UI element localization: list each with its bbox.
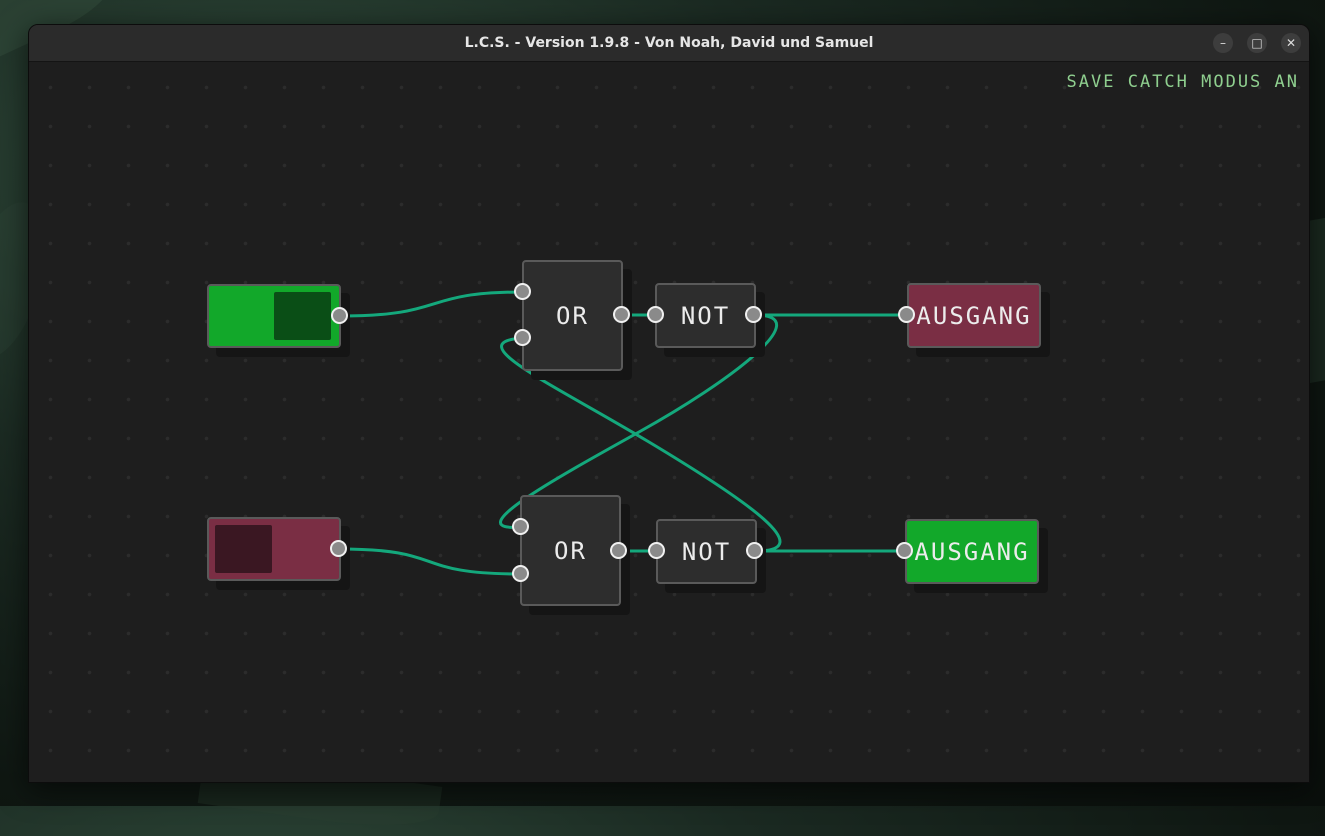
or1-input-pin-a[interactable] <box>514 283 531 300</box>
not-gate-1[interactable]: NOT <box>655 283 756 348</box>
or1-output-pin[interactable] <box>613 306 630 323</box>
input-switch-2[interactable] <box>207 517 341 581</box>
not2-output-pin[interactable] <box>746 542 763 559</box>
wire-switch1-to-or1[interactable] <box>339 290 524 318</box>
not1-output-pin[interactable] <box>745 306 762 323</box>
app-window: L.C.S. - Version 1.9.8 - Von Noah, David… <box>28 24 1310 783</box>
or2-output-pin[interactable] <box>610 542 627 559</box>
or1-input-pin-b[interactable] <box>514 329 531 346</box>
wire-switch2-to-or2[interactable] <box>338 547 522 576</box>
gate-label: NOT <box>681 537 732 566</box>
or2-input-pin-b[interactable] <box>512 565 529 582</box>
gate-label: OR <box>554 536 587 565</box>
switch2-output-pin[interactable] <box>330 540 347 557</box>
minimize-button[interactable]: – <box>1213 33 1233 53</box>
or2-input-pin-a[interactable] <box>512 518 529 535</box>
output-lamp-1[interactable]: AUSGANG <box>907 283 1041 348</box>
output2-input-pin[interactable] <box>896 542 913 559</box>
window-title: L.C.S. - Version 1.9.8 - Von Noah, David… <box>464 35 874 51</box>
output1-input-pin[interactable] <box>898 306 915 323</box>
wire-layer <box>338 290 907 576</box>
circuit-canvas[interactable]: SAVE CATCH MODUS AN OR NOT OR NOT AUSGAN… <box>29 62 1309 782</box>
gate-label: NOT <box>680 301 731 330</box>
switch-knob <box>215 525 272 573</box>
input-switch-1[interactable] <box>207 284 341 348</box>
or-gate-1[interactable]: OR <box>522 260 623 371</box>
gate-label: OR <box>556 301 589 330</box>
close-button[interactable]: ✕ <box>1281 33 1301 53</box>
switch1-output-pin[interactable] <box>331 307 348 324</box>
output-lamp-2[interactable]: AUSGANG <box>905 519 1039 584</box>
output-label: AUSGANG <box>914 537 1030 566</box>
output-label: AUSGANG <box>916 301 1032 330</box>
not1-input-pin[interactable] <box>647 306 664 323</box>
title-bar[interactable]: L.C.S. - Version 1.9.8 - Von Noah, David… <box>29 25 1309 62</box>
or-gate-2[interactable]: OR <box>520 495 621 606</box>
not-gate-2[interactable]: NOT <box>656 519 757 584</box>
switch-knob <box>274 292 331 340</box>
not2-input-pin[interactable] <box>648 542 665 559</box>
maximize-button[interactable]: □ <box>1247 33 1267 53</box>
